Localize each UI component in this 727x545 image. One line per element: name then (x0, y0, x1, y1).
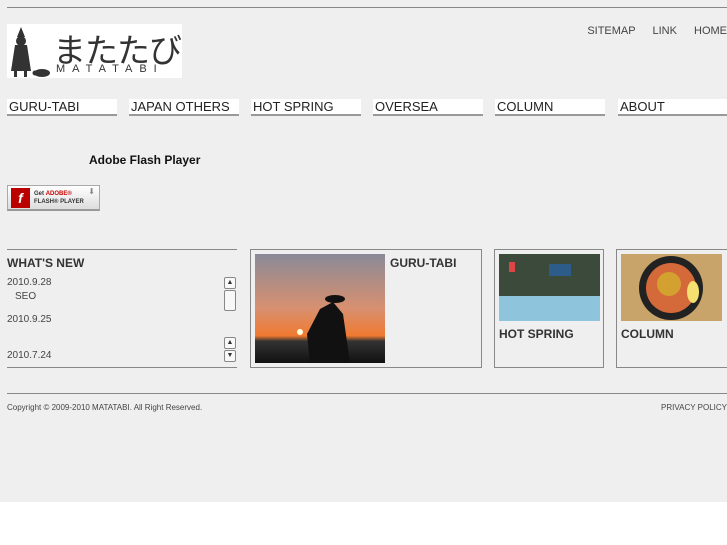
card-column[interactable]: COLUMN (616, 249, 727, 368)
flash-title: Adobe Flash Player (89, 153, 201, 167)
logo-en: MATATABI (56, 63, 164, 75)
card-hot-spring[interactable]: HOT SPRING (494, 249, 604, 368)
news-date: 2010.9.28 (7, 277, 52, 288)
get-flash-player-button[interactable]: f Get ADOBE® FLASH® PLAYER ⬇ (7, 185, 100, 211)
link-link[interactable]: LINK (652, 25, 676, 37)
nav-column[interactable]: COLUMN (495, 99, 605, 116)
scroll-up-button[interactable]: ▲ (224, 277, 236, 289)
scroll-down-button[interactable]: ▼ (224, 350, 236, 362)
badge-get: Get (34, 191, 45, 197)
news-date: 2010.7.24 (7, 350, 52, 361)
nav-hot-spring[interactable]: HOT SPRING (251, 99, 361, 116)
divider (7, 393, 727, 394)
scroll-up-button[interactable]: ▲ (224, 337, 236, 349)
badge-adobe: ADOBE® (45, 191, 72, 197)
card-guru-tabi[interactable]: GURU-TABI (250, 249, 482, 368)
nav-guru-tabi[interactable]: GURU-TABI (7, 99, 117, 116)
badge-player: FLASH® PLAYER (34, 199, 84, 205)
nav-japan-others[interactable]: JAPAN OTHERS (129, 99, 239, 116)
food-photo (621, 254, 722, 321)
copyright: Copyright © 2009-2010 MATATABI. All Righ… (7, 403, 203, 412)
news-item[interactable]: SEO (15, 291, 36, 302)
traveler-cat-icon (11, 27, 50, 77)
badge-text: Get ADOBE® FLASH® PLAYER (34, 190, 84, 206)
card-label: HOT SPRING (499, 327, 574, 341)
nav-oversea[interactable]: OVERSEA (373, 99, 483, 116)
scrollbar-thumb[interactable] (224, 290, 236, 311)
download-arrow-icon: ⬇ (88, 187, 95, 196)
privacy-policy-link[interactable]: PRIVACY POLICY (661, 403, 727, 412)
sunset-photo (255, 254, 385, 363)
whats-new-title: WHAT'S NEW (7, 256, 85, 270)
page: またたび MATATABI SITEMAP LINK HOME GURU-TAB… (0, 0, 727, 502)
logo[interactable]: またたび MATATABI (7, 24, 182, 78)
card-label: COLUMN (621, 327, 674, 341)
top-links: SITEMAP LINK HOME (573, 25, 727, 37)
flash-icon: f (11, 188, 30, 208)
hot-spring-photo (499, 254, 600, 321)
divider (7, 7, 727, 8)
news-date: 2010.9.25 (7, 314, 52, 325)
card-label: GURU-TABI (390, 256, 457, 270)
sitemap-link[interactable]: SITEMAP (587, 25, 635, 37)
home-link[interactable]: HOME (694, 25, 727, 37)
whats-new-panel: WHAT'S NEW 2010.9.28 SEO 2010.9.25 2010.… (7, 249, 237, 368)
nav-about[interactable]: ABOUT (618, 99, 727, 116)
